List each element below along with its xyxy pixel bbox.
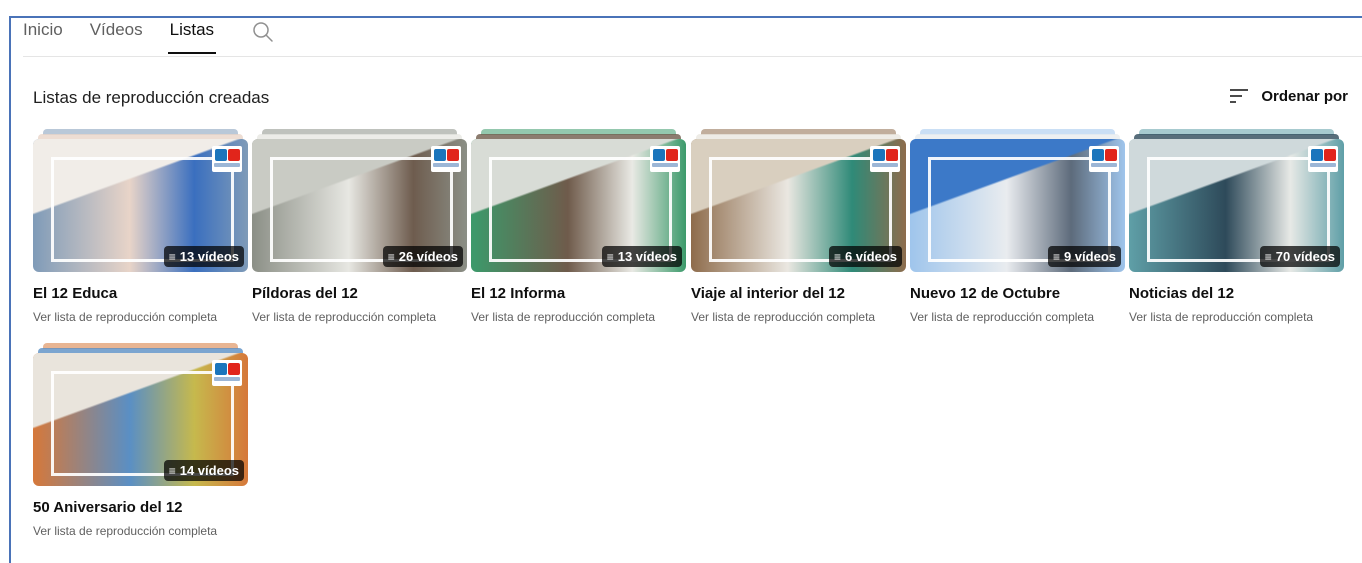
view-full-playlist-link[interactable]: Ver lista de reproducción completa <box>33 524 248 538</box>
view-full-playlist-link[interactable]: Ver lista de reproducción completa <box>33 310 248 324</box>
playlist-thumbnail[interactable]: ≡ 70 vídeos <box>1129 139 1344 272</box>
tab-listas[interactable]: Listas <box>167 18 217 54</box>
search-icon[interactable] <box>251 20 275 44</box>
playlist-card[interactable]: ≡ 13 vídeos El 12 Educa Ver lista de rep… <box>33 129 248 324</box>
video-count-badge: ≡ 6 vídeos <box>828 246 902 267</box>
video-count: 13 vídeos <box>617 249 677 264</box>
video-count: 70 vídeos <box>1275 249 1335 264</box>
playlist-thumbnail[interactable]: ≡ 13 vídeos <box>471 139 686 272</box>
playlist-title[interactable]: Noticias del 12 <box>1129 285 1344 302</box>
channel-tabs: Inicio Vídeos Listas <box>23 18 1362 57</box>
salud-madrid-logo <box>1089 146 1119 172</box>
playlist-card[interactable]: ≡ 70 vídeos Noticias del 12 Ver lista de… <box>1129 129 1344 324</box>
video-count: 13 vídeos <box>179 249 239 264</box>
sort-icon <box>1230 89 1249 103</box>
tab-inicio[interactable]: Inicio <box>23 18 63 54</box>
video-count-badge: ≡ 26 vídeos <box>382 246 463 267</box>
playlist-icon: ≡ <box>833 249 841 264</box>
salud-madrid-logo <box>1308 146 1338 172</box>
video-count-badge: ≡ 13 vídeos <box>601 246 682 267</box>
video-count-badge: ≡ 14 vídeos <box>163 460 244 481</box>
view-full-playlist-link[interactable]: Ver lista de reproducción completa <box>471 310 686 324</box>
playlist-thumbnail[interactable]: ≡ 14 vídeos <box>33 353 248 486</box>
salud-madrid-logo <box>212 360 242 386</box>
salud-madrid-logo <box>650 146 680 172</box>
salud-madrid-logo <box>870 146 900 172</box>
playlist-thumbnail[interactable]: ≡ 9 vídeos <box>910 139 1125 272</box>
salud-madrid-logo <box>431 146 461 172</box>
playlist-icon: ≡ <box>168 249 176 264</box>
playlist-icon: ≡ <box>1264 249 1272 264</box>
video-count: 14 vídeos <box>179 463 239 478</box>
playlist-card[interactable]: ≡ 13 vídeos El 12 Informa Ver lista de r… <box>471 129 686 324</box>
playlist-thumbnail[interactable]: ≡ 13 vídeos <box>33 139 248 272</box>
playlist-icon: ≡ <box>606 249 614 264</box>
playlist-title[interactable]: 50 Aniversario del 12 <box>33 499 248 516</box>
view-full-playlist-link[interactable]: Ver lista de reproducción completa <box>910 310 1125 324</box>
video-count-badge: ≡ 70 vídeos <box>1259 246 1340 267</box>
playlist-title[interactable]: Píldoras del 12 <box>252 285 467 302</box>
video-count: 6 vídeos <box>844 249 897 264</box>
playlist-icon: ≡ <box>1052 249 1060 264</box>
playlist-card[interactable]: ≡ 6 vídeos Viaje al interior del 12 Ver … <box>691 129 906 324</box>
playlist-card[interactable]: ≡ 14 vídeos 50 Aniversario del 12 Ver li… <box>33 343 248 538</box>
section-title: Listas de reproducción creadas <box>33 88 270 107</box>
playlist-card[interactable]: ≡ 9 vídeos Nuevo 12 de Octubre Ver lista… <box>910 129 1125 324</box>
video-count-badge: ≡ 13 vídeos <box>163 246 244 267</box>
playlist-thumbnail[interactable]: ≡ 26 vídeos <box>252 139 467 272</box>
tab-videos[interactable]: Vídeos <box>90 18 143 54</box>
playlist-title[interactable]: Viaje al interior del 12 <box>691 285 906 302</box>
video-count: 26 vídeos <box>398 249 458 264</box>
video-count-badge: ≡ 9 vídeos <box>1047 246 1121 267</box>
playlist-title[interactable]: El 12 Informa <box>471 285 686 302</box>
playlist-icon: ≡ <box>168 463 176 478</box>
sort-label: Ordenar por <box>1261 87 1348 105</box>
sort-button[interactable]: Ordenar por <box>1229 87 1348 105</box>
view-full-playlist-link[interactable]: Ver lista de reproducción completa <box>252 310 467 324</box>
playlist-icon: ≡ <box>387 249 395 264</box>
salud-madrid-logo <box>212 146 242 172</box>
playlist-title[interactable]: El 12 Educa <box>33 285 248 302</box>
view-full-playlist-link[interactable]: Ver lista de reproducción completa <box>691 310 906 324</box>
video-count: 9 vídeos <box>1063 249 1116 264</box>
playlist-card[interactable]: ≡ 26 vídeos Píldoras del 12 Ver lista de… <box>252 129 467 324</box>
playlist-title[interactable]: Nuevo 12 de Octubre <box>910 285 1125 302</box>
playlist-thumbnail[interactable]: ≡ 6 vídeos <box>691 139 906 272</box>
view-full-playlist-link[interactable]: Ver lista de reproducción completa <box>1129 310 1344 324</box>
